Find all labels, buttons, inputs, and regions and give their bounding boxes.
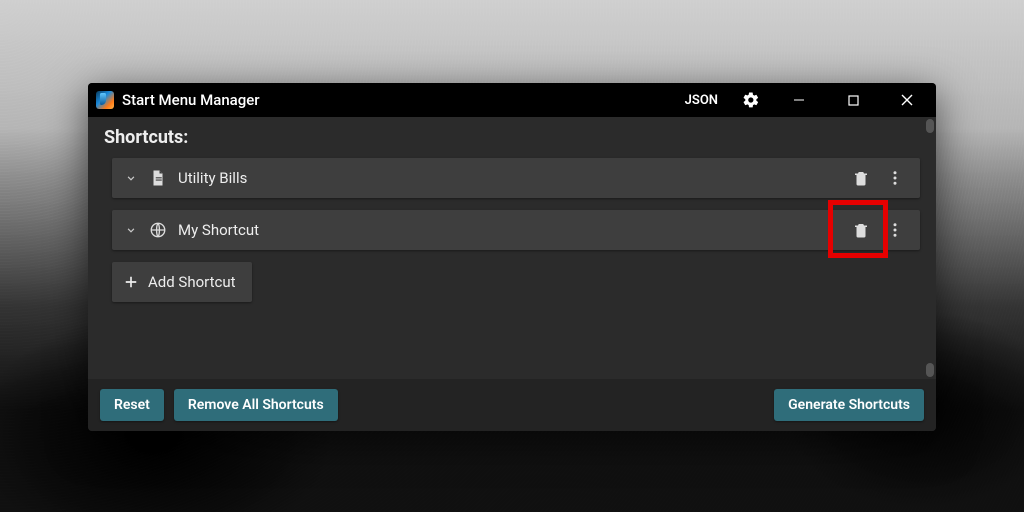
shortcut-label: Utility Bills: [178, 169, 247, 187]
trash-icon: [852, 221, 870, 239]
shortcut-label: My Shortcut: [178, 221, 259, 239]
scrollbar[interactable]: [926, 119, 934, 133]
maximize-button[interactable]: [830, 83, 876, 117]
plus-icon: [122, 273, 140, 291]
expand-toggle[interactable]: [122, 221, 140, 239]
more-vertical-icon: [886, 221, 904, 239]
minimize-button[interactable]: [776, 83, 822, 117]
section-title: Shortcuts:: [104, 127, 920, 148]
more-vertical-icon: [886, 169, 904, 187]
trash-icon: [852, 169, 870, 187]
app-icon: [96, 91, 114, 109]
reset-button[interactable]: Reset: [100, 389, 164, 421]
minimize-icon: [793, 94, 805, 106]
gear-icon: [742, 91, 760, 109]
settings-button[interactable]: [734, 83, 768, 117]
more-button[interactable]: [878, 213, 912, 247]
document-icon: [148, 168, 168, 188]
close-icon: [901, 94, 913, 106]
add-shortcut-button[interactable]: Add Shortcut: [112, 262, 252, 302]
maximize-icon: [848, 95, 859, 106]
window-title: Start Menu Manager: [122, 91, 260, 109]
shortcut-row[interactable]: Utility Bills: [112, 158, 920, 198]
chevron-down-icon: [124, 171, 138, 185]
titlebar: Start Menu Manager JSON: [88, 83, 936, 117]
delete-button[interactable]: [844, 161, 878, 195]
json-button[interactable]: JSON: [677, 89, 726, 112]
scrollbar[interactable]: [926, 363, 934, 377]
remove-all-button[interactable]: Remove All Shortcuts: [174, 389, 338, 421]
shortcut-row[interactable]: My Shortcut: [112, 210, 920, 250]
app-window: Start Menu Manager JSON Shortcuts: Utili…: [88, 83, 936, 431]
add-shortcut-label: Add Shortcut: [148, 273, 236, 291]
close-button[interactable]: [884, 83, 930, 117]
footer-bar: Reset Remove All Shortcuts Generate Shor…: [88, 379, 936, 431]
more-button[interactable]: [878, 161, 912, 195]
generate-button[interactable]: Generate Shortcuts: [774, 389, 924, 421]
expand-toggle[interactable]: [122, 169, 140, 187]
content-area: Shortcuts: Utility Bills: [88, 117, 936, 379]
chevron-down-icon: [124, 223, 138, 237]
globe-icon: [148, 220, 168, 240]
delete-button[interactable]: [844, 213, 878, 247]
